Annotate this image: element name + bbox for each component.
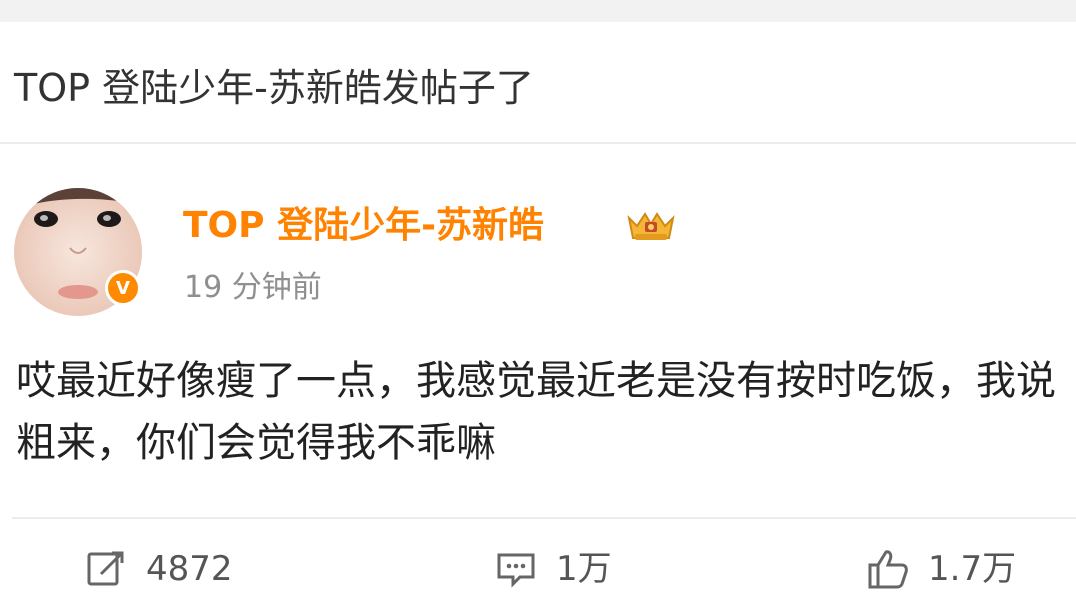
share-icon (87, 551, 124, 586)
divider (12, 517, 1076, 519)
post-text: 哎最近好像瘦了一点，我感觉最近老是没有按时吃饭，我说粗来，你们会觉得我不乖嘛 (16, 358, 1056, 466)
repost-button[interactable]: 4872 (84, 543, 233, 595)
notification-title: TOP 登陆少年-苏新皓发帖子了 (14, 66, 534, 110)
divider (0, 142, 1076, 144)
verified-badge: V (105, 270, 141, 306)
like-count: 1.7万 (928, 549, 1017, 589)
top-status-strip (0, 0, 1076, 22)
thumbs-up-icon (868, 550, 908, 589)
comment-button[interactable]: 1万 (494, 543, 612, 595)
comment-icon (497, 553, 535, 588)
crown-badge-icon[interactable] (623, 208, 679, 244)
repost-count: 4872 (146, 549, 233, 589)
comment-count: 1万 (556, 549, 612, 589)
like-button[interactable]: 1.7万 (866, 543, 1016, 595)
avatar-container[interactable]: V (14, 188, 142, 316)
username-link[interactable]: TOP 登陆少年-苏新皓 (183, 200, 544, 252)
timestamp: 19 分钟前 (184, 270, 322, 305)
